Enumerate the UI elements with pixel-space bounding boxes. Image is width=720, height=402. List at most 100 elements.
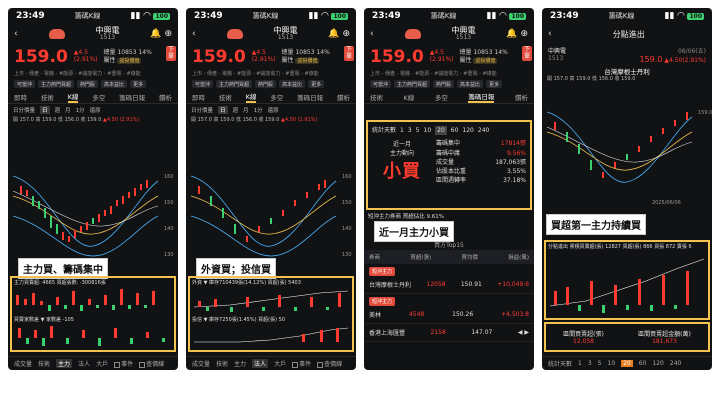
tab-realtime[interactable]: 即時 [14,92,27,102]
side-tag[interactable]: 下單 [522,46,532,62]
day-option[interactable]: 240 [670,360,681,367]
tab-daily[interactable]: 籌碼日報 [468,91,495,103]
tab-analysis[interactable]: 鑽析 [515,92,528,102]
tab-longshort[interactable]: 多空 [92,92,105,102]
period-option[interactable]: 週 [233,106,239,114]
bottom-tab[interactable]: 大戶 [274,359,286,368]
chip[interactable]: 熱門股 [433,80,455,88]
tab-daily[interactable]: 籌碼日報 [119,92,145,102]
bell-icon[interactable]: 🔔 ⊕ [150,29,172,39]
period-option[interactable]: 週 [55,106,61,114]
day-option[interactable]: 1 [578,360,582,367]
bottom-tab[interactable]: 技術 [216,359,228,368]
day-option[interactable]: 60 [451,126,459,135]
tab-tech[interactable]: 技術 [41,92,54,102]
tab-kline[interactable]: K線 [67,91,79,103]
tab-longshort[interactable]: 多空 [270,92,283,102]
bottom-tab[interactable]: 技術 [38,359,50,368]
period-option[interactable]: 日分價量 [191,106,213,114]
bottom-tab[interactable]: 主力 [56,359,73,368]
tab-daily[interactable]: 籌碼日報 [297,92,323,102]
stock-title[interactable]: 中興電 1513 [95,26,119,42]
bell-icon[interactable]: 🔔 ⊕ [328,29,350,39]
chip[interactable]: 可當沖 [370,80,392,88]
day-option[interactable]: 10 [424,126,432,135]
stock-title[interactable]: 中興電 1513 [451,26,475,42]
event-toggle[interactable]: 事件 [292,359,311,368]
period-option[interactable]: 還原 [268,106,279,114]
back-icon[interactable]: ‹ [548,29,552,39]
bottom-tab[interactable]: 成交量 [192,359,210,368]
tab-analysis[interactable]: 鑽析 [159,92,172,102]
chip[interactable]: 主力熱門買超 [394,80,431,88]
period-option[interactable]: 月 [243,106,249,114]
back-icon[interactable]: ‹ [370,29,374,39]
period-option[interactable]: 日分價量 [13,106,35,114]
day-option[interactable]: 60 [639,360,647,367]
tab-analysis[interactable]: 鑽析 [337,92,350,102]
tab-kline[interactable]: K線 [245,91,257,103]
tab-kline[interactable]: K線 [404,92,415,102]
day-option-selected[interactable]: 20 [435,126,447,136]
side-tag[interactable]: 下單 [344,46,354,62]
price-chart[interactable]: 160 150 140 130 [186,156,356,266]
tab-tech[interactable]: 技術 [370,92,383,102]
chip[interactable]: 更多 [308,80,325,88]
day-option[interactable]: 10 [608,360,616,367]
change-pct: (2.91%) [251,56,276,63]
table-row[interactable]: 美林 4548 150.26 +4,503.8 [364,306,534,324]
chip[interactable]: 熱門股 [255,80,277,88]
bell-icon[interactable]: 🔔 ⊕ [506,29,528,39]
day-option[interactable]: 5 [598,360,602,367]
price-chart[interactable]: 160 150 140 130 [8,156,178,266]
bottom-tab[interactable]: 法人 [78,359,90,368]
period-option[interactable]: 1分 [254,106,263,114]
back-icon[interactable]: ‹ [192,29,196,39]
period-option[interactable]: 月 [65,106,71,114]
day-option[interactable]: 3 [588,360,592,367]
day-option[interactable]: 240 [478,126,489,135]
table-row[interactable]: 香港上海匯豐 2158 147.07 ◀ ▶ [364,324,534,342]
side-tag[interactable]: 下單 [166,46,176,62]
chip[interactable]: 主力熱門買超 [38,80,75,88]
priceline-toggle[interactable]: 查價線 [139,359,164,368]
chip[interactable]: 可當沖 [192,80,214,88]
bottom-tab[interactable]: 主力 [234,359,246,368]
tab-longshort[interactable]: 多空 [435,92,448,102]
table-tab[interactable]: 買方Top15 [364,240,534,250]
chip[interactable]: 高本益比 [101,80,128,88]
stock-title[interactable]: 中興電 1513 [273,26,297,42]
attr-label: 屬性 [459,57,472,64]
event-toggle[interactable]: 事件 [114,359,133,368]
day-option[interactable]: 3 [408,126,412,135]
period-option[interactable]: 日 [218,106,228,114]
priceline-toggle[interactable]: 查價線 [317,359,342,368]
period-option[interactable]: 還原 [90,106,101,114]
day-option[interactable]: 1 [400,126,404,135]
chip[interactable]: 主力熱門買超 [216,80,253,88]
bottom-tab[interactable]: 法人 [252,359,269,368]
play-controls[interactable]: ◀ ▶ [518,329,529,336]
chip[interactable]: 可當沖 [14,80,36,88]
broker-name: 台灣摩根士丹利 [604,68,650,76]
broker-avg: 150.91 [460,281,482,288]
chip[interactable]: 更多 [486,80,503,88]
bottom-tab[interactable]: 大戶 [96,359,108,368]
day-option[interactable]: 120 [462,126,473,135]
chip[interactable]: 高本益比 [457,80,484,88]
tab-tech[interactable]: 技術 [219,92,232,102]
chip[interactable]: 高本益比 [279,80,306,88]
bottom-tab[interactable]: 成交量 [14,359,32,368]
day-option[interactable]: 120 [652,360,663,367]
day-option[interactable]: 5 [416,126,420,135]
chip[interactable]: 熱門股 [77,80,99,88]
chip[interactable]: 更多 [130,80,147,88]
table-row[interactable]: 台灣摩根士丹利 12058 150.91 +10,049.6 [364,276,534,294]
period-option[interactable]: 1分 [76,106,85,114]
price-chart[interactable]: 159.0 2025/06/06 [542,92,712,212]
back-icon[interactable]: ‹ [14,29,18,39]
tab-realtime[interactable]: 即時 [192,92,205,102]
period-option[interactable]: 日 [40,106,50,114]
day-option-selected[interactable]: 20 [621,360,633,367]
app-name: 籌碼K線 [608,12,635,20]
